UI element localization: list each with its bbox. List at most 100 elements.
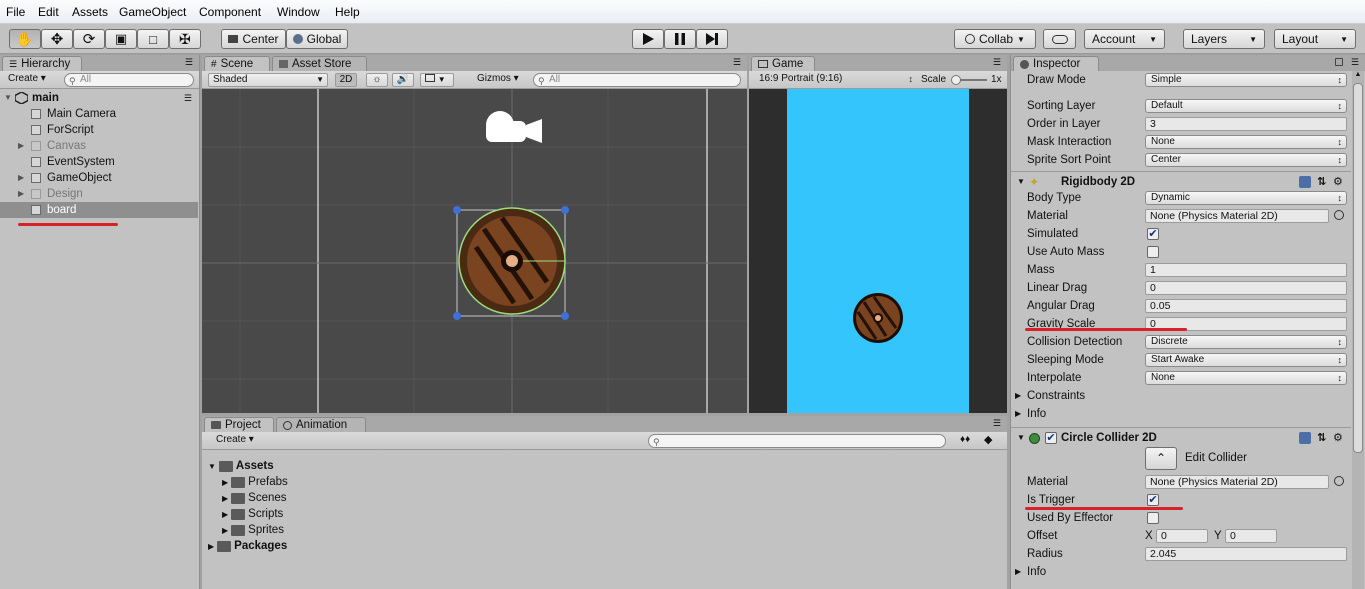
menu-help[interactable]: Help	[335, 5, 360, 19]
constraints-row[interactable]: ▶ Constraints	[1011, 387, 1351, 405]
mode-2d-toggle[interactable]: 2D	[335, 73, 357, 87]
layers-dropdown[interactable]: Layers ▼	[1183, 29, 1265, 49]
space-toggle-button[interactable]: Global	[286, 29, 348, 49]
shading-mode-dropdown[interactable]: Shaded ▼	[208, 73, 328, 87]
hierarchy-search-input[interactable]: ⚲ All	[64, 73, 194, 87]
angular-drag-field[interactable]: 0.05	[1145, 299, 1347, 313]
collider-enabled-checkbox[interactable]: ✔	[1045, 432, 1057, 444]
tab-project[interactable]: Project	[204, 417, 274, 432]
offset-y-field[interactable]: 0	[1225, 529, 1277, 543]
object-picker-icon[interactable]	[1334, 476, 1344, 486]
offset-x-field[interactable]: 0	[1156, 529, 1208, 543]
hierarchy-item[interactable]: Main Camera	[0, 106, 198, 122]
scale-tool-button[interactable]: ▣	[105, 29, 137, 49]
panel-menu-icon[interactable]: ☰	[1351, 57, 1359, 68]
collapse-arrow-icon[interactable]: ▶	[222, 526, 228, 535]
sorting-layer-dropdown[interactable]: Default	[1145, 99, 1347, 113]
edit-collider-button[interactable]: ⌃	[1145, 447, 1177, 470]
folder-row[interactable]: ▶ Scripts	[222, 506, 283, 522]
collapse-arrow-icon[interactable]: ▶	[18, 170, 24, 186]
mass-field[interactable]: 1	[1145, 263, 1347, 277]
packages-folder-row[interactable]: ▶ Packages	[208, 538, 287, 554]
collapse-arrow-icon[interactable]: ▶	[222, 510, 228, 519]
rigidbody-header[interactable]: ▼ ✦ Rigidbody 2D ⇅ ⚙	[1011, 171, 1351, 191]
menu-component[interactable]: Component	[199, 5, 261, 19]
panel-menu-icon[interactable]: ☰	[185, 57, 193, 68]
menu-assets[interactable]: Assets	[72, 5, 108, 19]
tab-hierarchy[interactable]: ☰ Hierarchy	[2, 56, 82, 71]
hierarchy-item[interactable]: ▶ Canvas	[0, 138, 198, 154]
scale-slider-thumb[interactable]	[951, 75, 961, 85]
object-picker-icon[interactable]	[1334, 210, 1344, 220]
hierarchy-item[interactable]: ForScript	[0, 122, 198, 138]
collapse-arrow-icon[interactable]: ▶	[208, 542, 214, 551]
menu-file[interactable]: File	[6, 5, 25, 19]
tab-animation[interactable]: Animation	[276, 417, 366, 432]
tab-inspector[interactable]: Inspector	[1013, 56, 1099, 71]
linear-drag-field[interactable]: 0	[1145, 281, 1347, 295]
hierarchy-item[interactable]: ▶ GameObject	[0, 170, 198, 186]
camera-gizmo-icon[interactable]	[486, 111, 542, 143]
folder-row[interactable]: ▶ Sprites	[222, 522, 284, 538]
collapse-arrow-icon[interactable]: ▶	[222, 478, 228, 487]
aspect-dropdown[interactable]: 16:9 Portrait (9:16) ↕	[755, 73, 915, 87]
collision-detection-dropdown[interactable]: Discrete	[1145, 335, 1347, 349]
layout-dropdown[interactable]: Layout ▼	[1274, 29, 1356, 49]
collapse-arrow-icon[interactable]: ▶	[1015, 387, 1021, 405]
account-dropdown[interactable]: Account ▼	[1084, 29, 1165, 49]
cc-material-field[interactable]: None (Physics Material 2D)	[1145, 475, 1329, 489]
body-type-dropdown[interactable]: Dynamic	[1145, 191, 1347, 205]
filter-label-icon[interactable]: ◆	[984, 433, 992, 446]
tab-scene[interactable]: # Scene	[204, 56, 270, 71]
scale-slider[interactable]	[951, 75, 987, 85]
rb-material-field[interactable]: None (Physics Material 2D)	[1145, 209, 1329, 223]
preset-icon[interactable]: ⇅	[1317, 428, 1326, 448]
folder-row[interactable]: ▶ Prefabs	[222, 474, 288, 490]
tab-game[interactable]: Game	[751, 56, 815, 71]
sprite-sort-point-dropdown[interactable]: Center	[1145, 153, 1347, 167]
sleeping-mode-dropdown[interactable]: Start Awake	[1145, 353, 1347, 367]
scene-search-input[interactable]: ⚲ All	[533, 73, 741, 87]
panel-menu-icon[interactable]: ☰	[993, 57, 1001, 68]
project-create-dropdown[interactable]: Create ▾	[212, 434, 264, 448]
menu-gameobject[interactable]: GameObject	[119, 5, 186, 19]
collapse-arrow-icon[interactable]: ▶	[18, 138, 24, 154]
cloud-button[interactable]	[1043, 29, 1076, 49]
rotate-tool-button[interactable]: ⟳	[73, 29, 105, 49]
collapse-arrow-icon[interactable]: ▶	[222, 494, 228, 503]
help-book-icon[interactable]	[1299, 432, 1311, 444]
cc-info-row[interactable]: ▶ Info	[1011, 563, 1351, 581]
step-button[interactable]	[696, 29, 728, 49]
mask-interaction-dropdown[interactable]: None	[1145, 135, 1347, 149]
rb-info-row[interactable]: ▶ Info	[1011, 405, 1351, 423]
scroll-up-arrow-icon[interactable]: ▲	[1353, 71, 1363, 81]
collapse-arrow-icon[interactable]: ▶	[1015, 405, 1021, 423]
pause-button[interactable]	[664, 29, 696, 49]
lock-icon[interactable]	[1335, 58, 1343, 66]
interpolate-dropdown[interactable]: None	[1145, 371, 1347, 385]
menu-edit[interactable]: Edit	[38, 5, 59, 19]
effects-dropdown[interactable]: ▼	[420, 73, 454, 87]
hierarchy-item[interactable]: EventSystem	[0, 154, 198, 170]
simulated-checkbox[interactable]: ✔	[1147, 228, 1159, 240]
rect-tool-button[interactable]: □	[137, 29, 169, 49]
panel-menu-icon[interactable]: ☰	[993, 418, 1001, 429]
project-search-input[interactable]: ⚲	[648, 434, 946, 448]
order-in-layer-field[interactable]: 3	[1145, 117, 1347, 131]
scrollbar-thumb[interactable]	[1353, 83, 1363, 453]
circle-collider-header[interactable]: ▼ ✔ Circle Collider 2D ⇅ ⚙	[1011, 427, 1351, 447]
hierarchy-item[interactable]: ▶ Design	[0, 186, 198, 202]
folder-row[interactable]: ▶ Scenes	[222, 490, 287, 506]
move-tool-button[interactable]: ✥	[41, 29, 73, 49]
play-button[interactable]	[632, 29, 664, 49]
collapse-arrow-icon[interactable]: ▶	[1015, 563, 1021, 581]
transform-tool-button[interactable]: ✠	[169, 29, 201, 49]
hierarchy-create-dropdown[interactable]: Create ▾	[4, 73, 56, 87]
draw-mode-dropdown[interactable]: Simple	[1145, 73, 1347, 87]
hierarchy-item[interactable]: board	[0, 202, 198, 218]
scene-root-row[interactable]: ▼ main ☰	[0, 90, 198, 106]
radius-field[interactable]: 2.045	[1145, 547, 1347, 561]
expand-arrow-icon[interactable]: ▼	[4, 90, 12, 106]
hand-tool-button[interactable]: ✋	[9, 29, 41, 49]
auto-mass-checkbox[interactable]	[1147, 246, 1159, 258]
